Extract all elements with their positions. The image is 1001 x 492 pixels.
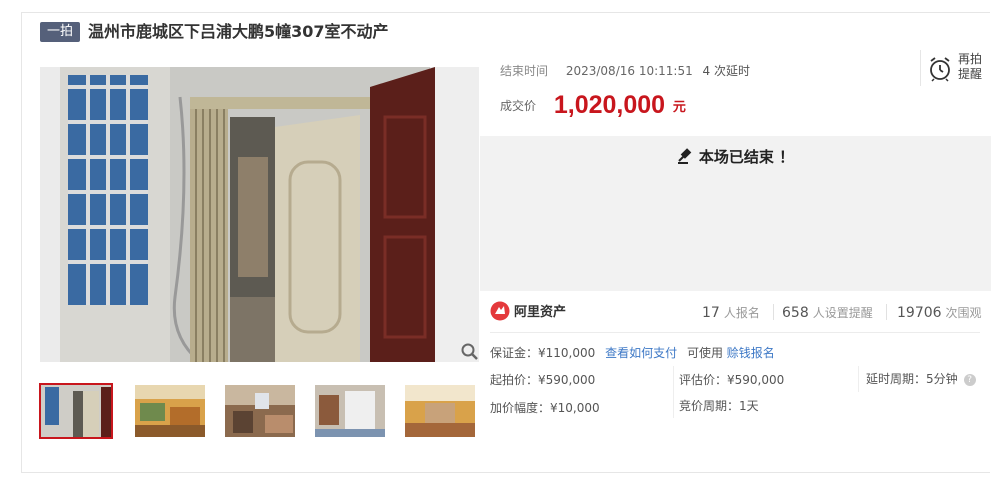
signup-label: 人报名 — [723, 306, 760, 320]
delay-cycle-row: 延时周期：5分钟? — [866, 370, 976, 387]
signup-count: 17 — [702, 305, 720, 321]
remind-stat-label: 人设置提醒 — [812, 306, 873, 320]
deposit: 保证金：¥110,000 — [490, 346, 596, 360]
reauction-remind-button[interactable]: 再拍 提醒 — [920, 50, 991, 86]
end-time-label: 结束时间 — [500, 64, 549, 78]
page-title: 温州市鹿城区下吕浦大鹏5幢307室不动产 — [88, 22, 389, 41]
auction-ended-message: 本场已结束 ！ — [480, 146, 991, 167]
final-price-value: 1,020,000 — [553, 91, 666, 119]
thumbnail-5[interactable] — [405, 385, 475, 437]
thumbnail-1[interactable] — [39, 383, 113, 439]
thumbnail-image — [225, 385, 295, 437]
thumbnail-image — [315, 385, 385, 437]
remind-label: 再拍 提醒 — [958, 52, 982, 82]
zoom-icon[interactable] — [460, 342, 480, 362]
thumbnail-4[interactable] — [315, 385, 385, 437]
divider — [886, 304, 887, 320]
bid-cycle: 竞价周期：1天 — [679, 399, 759, 413]
end-time-row: 结束时间 2023/08/16 10:11:51 4 次延时 — [500, 62, 750, 79]
appraisal-price: 评估价：¥590,000 — [679, 373, 785, 387]
signup-stat: 17 人报名 — [702, 304, 760, 321]
alarm-clock-icon — [930, 57, 950, 82]
deposit-row: 保证金：¥110,000 查看如何支付 可使用 赊钱报名 — [490, 344, 775, 361]
remind-label-line1: 再拍 — [958, 52, 983, 66]
view-label: 次围观 — [945, 306, 982, 320]
final-price-label: 成交价 — [500, 99, 537, 113]
can-use-text: 可使用 — [686, 346, 723, 360]
thumbnail-3[interactable] — [225, 385, 295, 437]
bid-increment: 加价幅度：¥10,000 — [490, 401, 600, 415]
delay-cycle: 延时周期：5分钟 — [866, 372, 958, 386]
brand-name: 阿里资产 — [514, 305, 567, 320]
price-unit: 元 — [672, 100, 686, 115]
remind-stat: 658 人设置提醒 — [782, 304, 873, 321]
divider — [673, 366, 674, 418]
auction-round-badge: 一拍 — [40, 22, 80, 42]
view-count: 19706 — [897, 305, 942, 321]
main-photo[interactable] — [40, 67, 479, 362]
divider — [773, 304, 774, 320]
thumbnail-image — [135, 385, 205, 437]
how-to-pay-link[interactable]: 查看如何支付 — [605, 346, 677, 360]
divider — [858, 366, 859, 392]
credit-signup-link[interactable]: 赊钱报名 — [727, 346, 775, 360]
ended-text: 本场已结束 ！ — [698, 148, 795, 166]
thumbnail-image — [41, 385, 111, 437]
help-icon[interactable]: ? — [963, 373, 976, 386]
remind-label-line2: 提醒 — [958, 67, 983, 81]
thumbnail-2[interactable] — [135, 385, 205, 437]
stats-bar: 阿里资产 17 人报名 658 人设置提醒 19706 次围观 — [490, 300, 982, 333]
start-price: 起拍价：¥590,000 — [490, 373, 596, 387]
view-stat: 19706 次围观 — [897, 304, 982, 321]
final-price-row: 成交价 1,020,000 元 — [500, 91, 686, 120]
gavel-icon — [677, 148, 692, 164]
ali-assets-logo: 阿里资产 — [490, 301, 566, 321]
auction-ended-panel: 本场已结束 ！ — [480, 136, 991, 291]
end-time-value: 2023/08/16 10:11:51 — [565, 64, 693, 78]
ali-assets-icon — [490, 301, 510, 321]
main-photo-image — [40, 67, 479, 362]
thumbnail-image — [405, 385, 475, 437]
delay-count: 4 次延时 — [702, 64, 750, 78]
remind-count: 658 — [782, 305, 809, 321]
